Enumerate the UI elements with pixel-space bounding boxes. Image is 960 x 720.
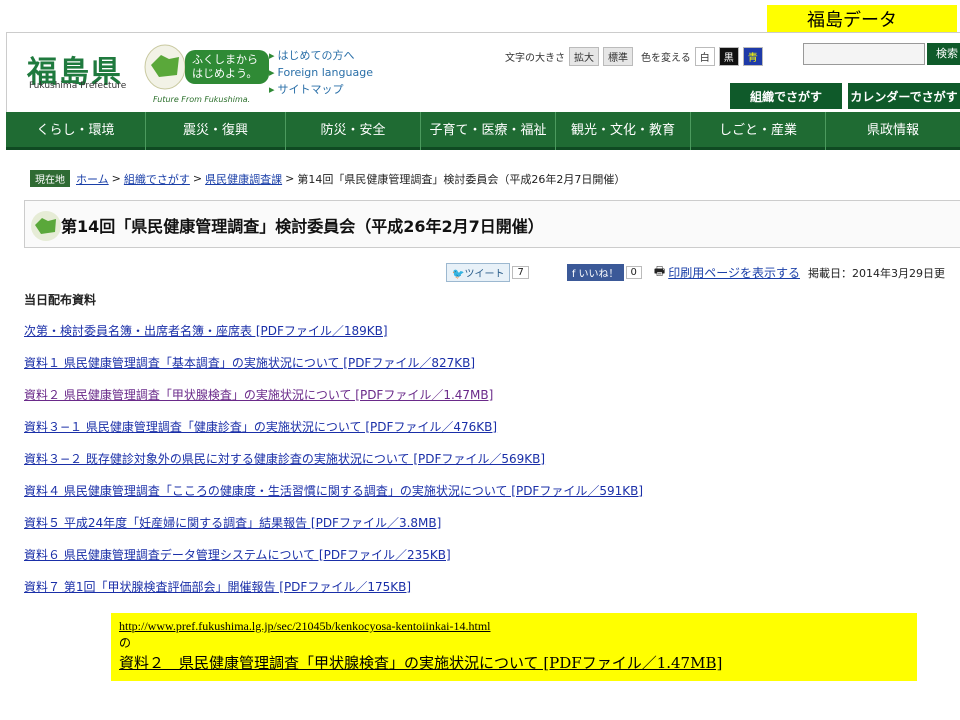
document-link[interactable]: 資料７ 第1回「甲状腺検査評価部会」開催報告 [PDFファイル／175KB] xyxy=(24,578,411,595)
print-page-link[interactable]: 印刷用ページを表示する xyxy=(668,264,800,281)
document-link[interactable]: 資料１ 県民健康管理調査「基本調査」の実施状況について [PDFファイル／827… xyxy=(24,354,475,371)
link-foreign-language[interactable]: Foreign language xyxy=(269,64,373,81)
link-sitemap[interactable]: サイトマップ xyxy=(269,81,373,98)
document-link[interactable]: 次第・検討委員名簿・出席者名簿・座席表 [PDFファイル／189KB] xyxy=(24,322,388,339)
citation-box: http://www.pref.fukushima.lg.jp/sec/2104… xyxy=(111,613,917,681)
section-title: 当日配布資料 xyxy=(24,293,97,307)
breadcrumb-department[interactable]: 県民健康調査課 xyxy=(205,171,282,187)
link-beginners[interactable]: はじめての方へ xyxy=(269,47,373,64)
prefecture-shape-icon xyxy=(31,211,61,241)
document-link[interactable]: 資料３−２ 既存健診対象外の県民に対する健康診査の実施状況について [PDFファ… xyxy=(24,450,545,467)
page-title-box: 第14回「県民健康管理調査」検討委員会（平成26年2月7日開催） xyxy=(24,200,960,248)
page-title: 第14回「県民健康管理調査」検討委員会（平成26年2月7日開催） xyxy=(61,217,544,236)
breadcrumb: 現在地 ホーム > 組織でさがす > 県民健康調査課 > 第14回「県民健康管理調査」… xyxy=(30,170,625,187)
nav-work-industry[interactable]: しごと・産業 xyxy=(691,112,826,150)
color-white-button[interactable]: 白 xyxy=(694,47,715,66)
tweet-button[interactable]: 🐦ツイート xyxy=(446,263,511,282)
quick-links: はじめての方へ Foreign language サイトマップ xyxy=(269,47,373,98)
posted-date: 掲載日：2014年3月29日更 xyxy=(808,266,945,280)
document-link[interactable]: 資料４ 県民健康管理調査「こころの健康度・生活習慣に関する調査」の実施状況につい… xyxy=(24,482,643,499)
facebook-icon: f xyxy=(571,269,579,280)
site-logo-english: Fukushima Prefecture xyxy=(29,81,127,91)
main-navigation: くらし・環境 震災・復興 防災・安全 子育て・医療・福祉 観光・文化・教育 しご… xyxy=(6,112,960,150)
tweet-count: 7 xyxy=(512,266,529,279)
search-input[interactable] xyxy=(803,43,925,65)
search-button[interactable]: 検索 xyxy=(927,43,960,65)
citation-document-title[interactable]: 資料２ 県民健康管理調査「甲状腺検査」の実施状況について [PDFファイル／1.… xyxy=(119,652,909,673)
nav-disaster-prevention[interactable]: 防災・安全 xyxy=(286,112,421,150)
standard-size-button[interactable]: 標準 xyxy=(603,47,633,66)
like-count: 0 xyxy=(625,266,642,279)
breadcrumb-organization[interactable]: 組織でさがす xyxy=(124,171,190,187)
nav-government-info[interactable]: 県政情報 xyxy=(826,112,960,150)
document-link[interactable]: 資料５ 平成24年度「妊産婦に関する調査」結果報告 [PDFファイル／3.8MB… xyxy=(24,514,441,531)
document-link[interactable]: 資料２ 県民健康管理調査「甲状腺検査」の実施状況について [PDFファイル／1.… xyxy=(24,386,493,403)
color-black-button[interactable]: 黒 xyxy=(718,47,739,66)
twitter-bird-icon: 🐦 xyxy=(452,269,465,280)
nav-tourism-culture[interactable]: 観光・文化・教育 xyxy=(556,112,691,150)
printer-icon: 🖶 xyxy=(653,264,666,278)
citation-url[interactable]: http://www.pref.fukushima.lg.jp/sec/2104… xyxy=(119,619,909,634)
future-tagline: Future From Fukushima. xyxy=(153,95,251,104)
tab-search-by-organization[interactable]: 組織でさがす xyxy=(729,82,843,110)
color-label: 色を変える xyxy=(641,53,691,64)
nav-living-environment[interactable]: くらし・環境 xyxy=(6,112,146,150)
tab-search-by-calendar[interactable]: カレンダーでさがす xyxy=(847,82,960,110)
tweet-label: ツイート xyxy=(464,269,505,280)
citation-particle: の xyxy=(119,636,132,650)
breadcrumb-home[interactable]: ホーム xyxy=(76,171,109,187)
font-size-label: 文字の大きさ xyxy=(505,53,565,64)
document-link[interactable]: 資料３−１ 県民健康管理調査「健康診査」の実施状況について [PDFファイル／4… xyxy=(24,418,497,435)
like-label: いいね！ xyxy=(578,269,619,280)
current-location-badge: 現在地 xyxy=(30,170,70,187)
nav-childcare-medical[interactable]: 子育て・医療・福祉 xyxy=(421,112,556,150)
color-blue-button[interactable]: 青 xyxy=(742,47,763,66)
document-link[interactable]: 資料６ 県民健康管理調査データ管理システムについて [PDFファイル／235KB… xyxy=(24,546,451,563)
site-header: 福島県 Fukushima Prefecture ふくしまから はじめよう。 F… xyxy=(6,32,960,112)
breadcrumb-current: 第14回「県民健康管理調査」検討委員会（平成26年2月7日開催） xyxy=(297,172,626,186)
like-button[interactable]: f いいね！ xyxy=(566,264,624,281)
enlarge-button[interactable]: 拡大 xyxy=(569,47,599,66)
mascot-icon xyxy=(144,44,186,90)
nav-disaster-recovery[interactable]: 震災・復興 xyxy=(146,112,286,150)
accessibility-tools: 文字の大きさ 拡大 標準 色を変える 白 黒 青 xyxy=(505,47,763,66)
share-row: 🐦ツイート 7 f いいね！ 0 🖶 印刷用ページを表示する 掲載日：2014年… xyxy=(446,262,945,283)
slogan: ふくしまから はじめよう。 xyxy=(185,50,269,84)
